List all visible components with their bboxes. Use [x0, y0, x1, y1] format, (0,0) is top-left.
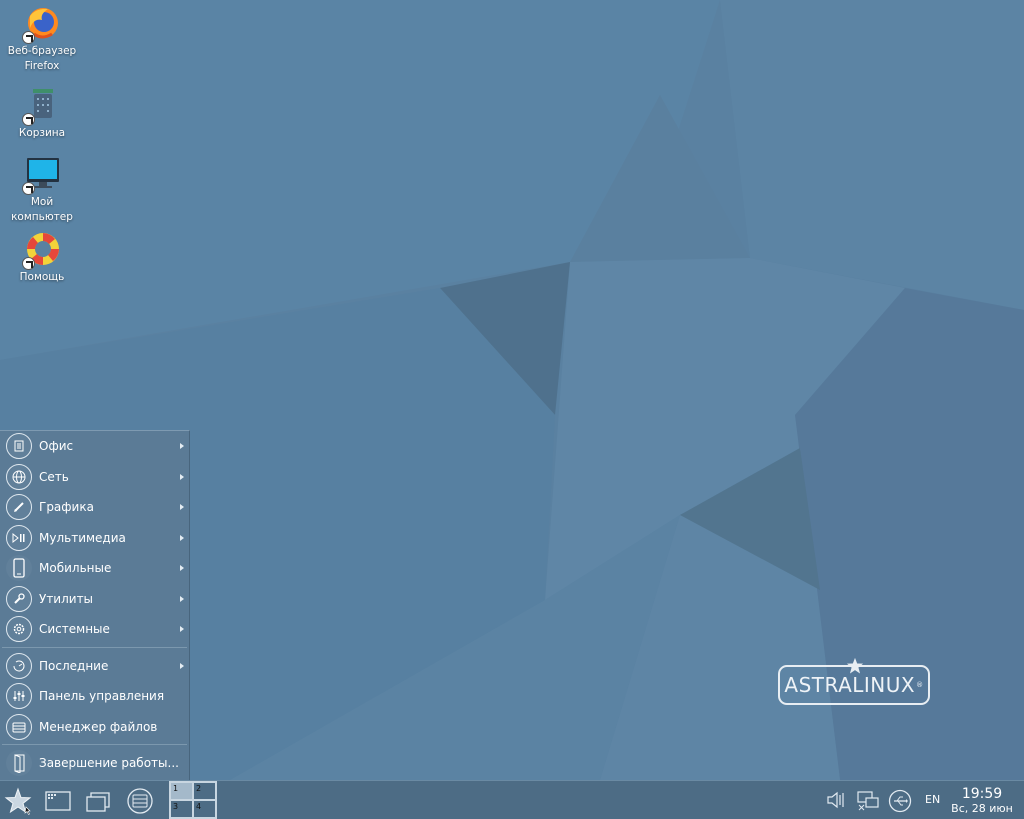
menu-item-label: Панель управления	[39, 689, 165, 704]
desktop-icon-label: Веб-браузер Firefox	[7, 45, 77, 72]
submenu-arrow-icon	[180, 473, 184, 480]
menu-item-office[interactable]: Офис	[0, 431, 189, 462]
logo-text: ASTRALINUX	[784, 673, 916, 697]
mobile-icon	[6, 555, 32, 582]
windows-icon	[86, 792, 110, 812]
gear-icon	[6, 616, 32, 643]
keyboard-layout-indicator[interactable]: EN	[925, 793, 940, 806]
menu-item-recent[interactable]: Последние	[0, 651, 189, 682]
menu-separator	[2, 744, 187, 745]
control-panel-icon	[6, 683, 32, 710]
start-menu: Офис Сеть Графика Мультимедиа Мобильные	[0, 430, 190, 780]
desktop-pager: 1 2 3 4	[169, 781, 217, 819]
astra-star-icon	[4, 787, 32, 815]
menu-item-utilities[interactable]: Утилиты	[0, 584, 189, 615]
desktop-icon-help[interactable]: Помощь	[0, 230, 84, 285]
menu-item-control-panel[interactable]: Панель управления	[0, 681, 189, 712]
usb-icon	[888, 789, 912, 813]
desktop-icon-firefox[interactable]: Веб-браузер Firefox	[0, 4, 84, 74]
desktop-icon-label: Корзина	[18, 127, 66, 139]
menu-item-label: Мобильные	[39, 561, 112, 576]
menu-separator	[2, 646, 187, 648]
menu-item-file-manager[interactable]: Менеджер файлов	[0, 712, 189, 743]
clock-date: Вс, 28 июн	[951, 802, 1013, 815]
astralinux-logo: ASTRALINUX ®	[778, 657, 930, 705]
clock[interactable]: 19:59 Вс, 28 июн	[948, 786, 1016, 815]
submenu-arrow-icon	[180, 662, 184, 669]
menu-item-label: Графика	[39, 500, 94, 515]
help-icon	[22, 230, 62, 270]
menu-item-multimedia[interactable]: Мультимедиа	[0, 523, 189, 554]
menu-item-label: Мультимедиа	[39, 530, 126, 545]
desktop-icon-trash[interactable]: Корзина	[0, 86, 84, 141]
network-globe-icon	[6, 463, 32, 490]
menu-item-label: Системные	[39, 622, 110, 637]
desktop-icon-label: Мой компьютер	[11, 196, 73, 223]
submenu-arrow-icon	[180, 595, 184, 602]
file-manager-launcher[interactable]	[126, 787, 154, 815]
network-tray-button[interactable]	[856, 789, 880, 815]
submenu-arrow-icon	[180, 534, 184, 541]
wrench-icon	[6, 585, 32, 612]
menu-item-label: Последние	[39, 658, 109, 673]
submenu-arrow-icon	[180, 565, 184, 571]
usb-tray-button[interactable]	[888, 789, 912, 817]
desktop-icon-my-computer[interactable]: Мой компьютер	[0, 155, 84, 225]
menu-item-system[interactable]: Системные	[0, 614, 189, 645]
file-manager-icon	[127, 788, 153, 814]
desktop-icon	[45, 791, 71, 811]
pager-desktop-1[interactable]: 1	[170, 782, 193, 800]
logo-star-icon	[846, 657, 864, 674]
trash-icon	[22, 86, 62, 126]
logo-registered-mark: ®	[916, 681, 924, 689]
menu-item-shutdown[interactable]: Завершение работы...	[0, 748, 189, 779]
submenu-arrow-icon	[180, 626, 184, 632]
menu-item-network[interactable]: Сеть	[0, 462, 189, 493]
start-button[interactable]	[4, 787, 32, 815]
recent-icon	[6, 652, 32, 679]
submenu-arrow-icon	[180, 443, 184, 449]
clock-time: 19:59	[961, 786, 1003, 802]
pager-desktop-2[interactable]: 2	[193, 782, 216, 800]
pager-desktop-3[interactable]: 3	[170, 800, 193, 818]
window-switcher-button[interactable]	[84, 787, 112, 815]
pencil-icon	[6, 494, 32, 521]
taskbar: 1 2 3 4 EN 19:59 Вс, 28 июн	[0, 780, 1024, 819]
exit-door-icon	[6, 750, 32, 777]
menu-item-label: Завершение работы...	[39, 756, 179, 771]
firefox-icon	[22, 4, 62, 44]
pager-desktop-4[interactable]: 4	[193, 800, 216, 818]
menu-item-graphics[interactable]: Графика	[0, 492, 189, 523]
volume-tray-button[interactable]	[825, 789, 847, 815]
file-manager-icon	[6, 713, 32, 740]
submenu-arrow-icon	[180, 504, 184, 510]
network-disconnected-icon	[857, 791, 879, 811]
show-desktop-button[interactable]	[44, 787, 72, 815]
menu-item-mobile[interactable]: Мобильные	[0, 553, 189, 584]
speaker-muted-icon	[827, 791, 844, 809]
office-icon	[6, 433, 32, 460]
menu-item-label: Офис	[39, 439, 74, 454]
menu-item-label: Сеть	[39, 469, 69, 484]
multimedia-icon	[6, 524, 32, 551]
desktop-icon-label: Помощь	[19, 271, 65, 283]
menu-item-label: Утилиты	[39, 591, 94, 606]
menu-item-label: Менеджер файлов	[39, 719, 158, 734]
computer-icon	[22, 155, 62, 195]
